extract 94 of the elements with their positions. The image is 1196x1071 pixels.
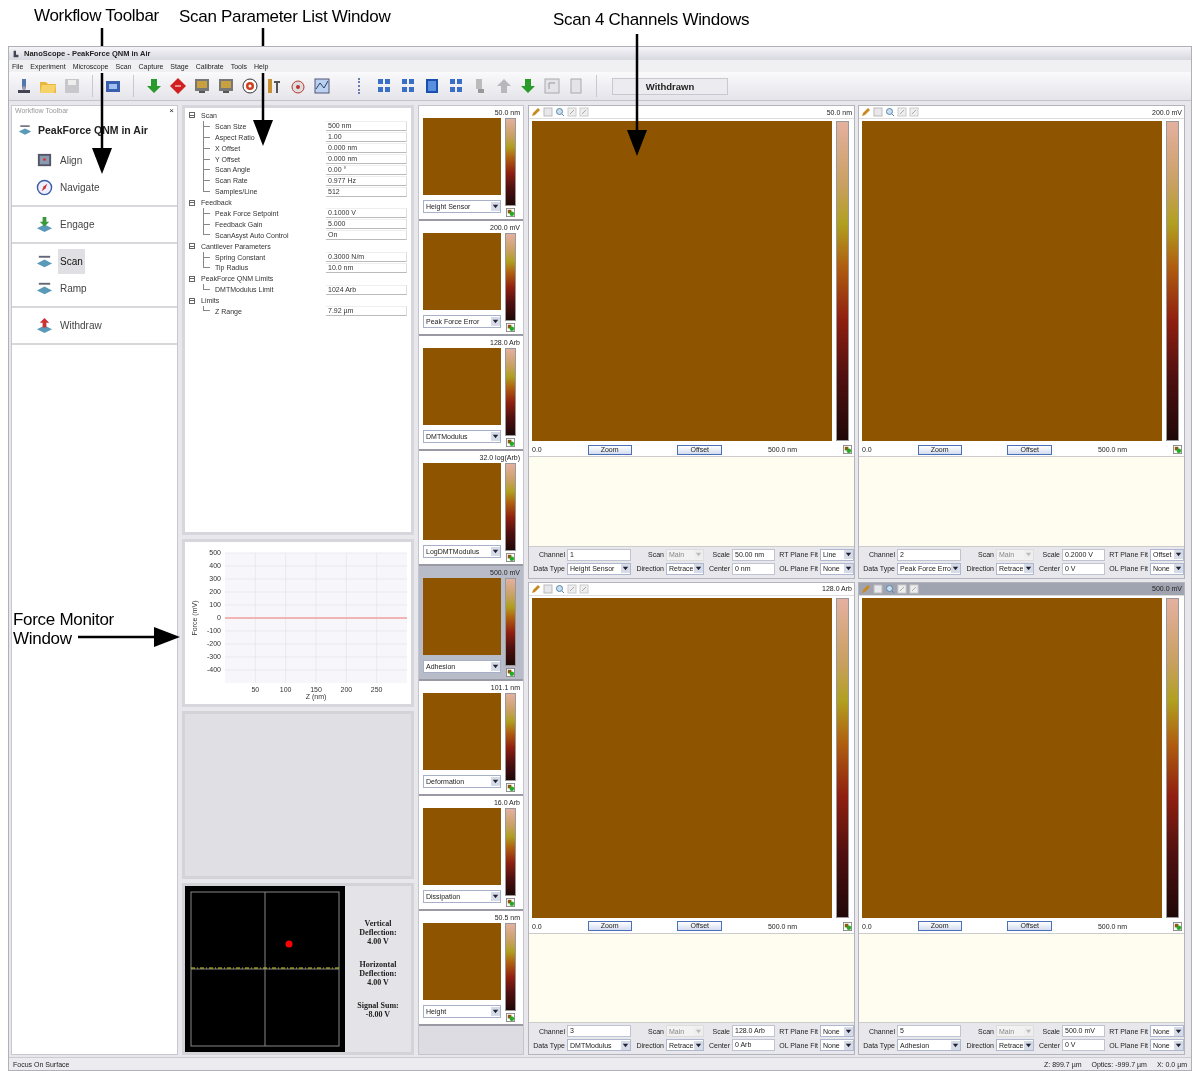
- caret-icon: [844, 564, 853, 573]
- caret-icon: [1174, 1040, 1183, 1050]
- toolbar-button[interactable]: [239, 75, 261, 97]
- grid-icon: [399, 77, 417, 95]
- workflow-step[interactable]: Align: [58, 148, 85, 173]
- caret-icon: [621, 564, 630, 573]
- caret-icon: [1174, 564, 1183, 573]
- caret-icon: [491, 1007, 500, 1016]
- graph-icon: [313, 77, 331, 95]
- app-icon: [12, 49, 20, 58]
- annotation-label: Scan Parameter List Window: [179, 7, 391, 27]
- caret-icon: [1174, 550, 1183, 559]
- palette-icon[interactable]: [1173, 445, 1182, 454]
- gauge-icon: [265, 77, 283, 95]
- workflow-step[interactable]: Ramp: [58, 276, 89, 301]
- annotation-label: Scan 4 Channels Windows: [553, 10, 750, 30]
- workflow-step[interactable]: Engage: [58, 212, 97, 237]
- compass-icon: [36, 179, 53, 196]
- caret-icon: [694, 550, 703, 559]
- caret-icon: [694, 564, 703, 573]
- palette-icon[interactable]: [505, 898, 515, 907]
- monitor-icon: [217, 77, 235, 95]
- pencil-icon[interactable]: [861, 107, 871, 117]
- caret-icon: [844, 1026, 853, 1036]
- palette-icon[interactable]: [505, 438, 515, 447]
- collapse-icon[interactable]: [189, 243, 195, 250]
- caret-icon: [491, 547, 500, 556]
- palette-icon[interactable]: [505, 668, 515, 677]
- stage-icon: [36, 253, 53, 270]
- deflection-value: 4.00 V: [367, 937, 389, 946]
- caret-icon: [491, 777, 500, 786]
- caret-icon: [844, 1040, 853, 1050]
- magnifier-icon[interactable]: [555, 107, 565, 117]
- palette-icon[interactable]: [505, 553, 515, 562]
- down-arrow-icon: [519, 77, 537, 95]
- magnifier-icon[interactable]: [885, 107, 895, 117]
- deflection-value: 4.00 V: [367, 978, 389, 987]
- target-icon: [241, 77, 259, 95]
- status-field: Withdrawn: [612, 77, 728, 95]
- down-arrow-icon: [145, 77, 163, 95]
- workflow-step[interactable]: Navigate: [58, 175, 102, 200]
- collapse-icon[interactable]: [189, 112, 195, 119]
- collapse-icon[interactable]: [189, 275, 195, 282]
- workflow-step[interactable]: Scan: [58, 249, 85, 274]
- monitor-icon: [193, 77, 211, 95]
- rotate-icon: [543, 77, 561, 95]
- palette-icon[interactable]: [505, 1013, 515, 1022]
- annotation-label: Force Monitor Window: [13, 611, 115, 649]
- screen-icon: [36, 152, 53, 169]
- stage-icon: [16, 123, 34, 137]
- caret-icon: [951, 564, 960, 573]
- up-arrow-icon: [495, 77, 513, 95]
- page-icon: [567, 77, 585, 95]
- palette-icon[interactable]: [505, 783, 515, 792]
- caret-icon: [1024, 1040, 1033, 1050]
- stage-icon: [36, 280, 53, 297]
- caret-icon: [491, 317, 500, 326]
- magnifier-icon[interactable]: [885, 583, 895, 594]
- panel-icon: [423, 77, 441, 95]
- stage-arrow-icon: [36, 317, 53, 334]
- caret-icon: [491, 662, 500, 671]
- caret-icon: [844, 550, 853, 559]
- palette-icon[interactable]: [505, 323, 515, 332]
- collapse-icon[interactable]: [189, 297, 195, 304]
- caret-icon: [491, 892, 500, 901]
- palette-icon[interactable]: [843, 445, 852, 454]
- workflow-step[interactable]: Withdraw: [58, 313, 104, 338]
- caret-icon: [951, 1040, 960, 1050]
- palette-icon[interactable]: [505, 208, 515, 217]
- diamond-icon: [169, 77, 187, 95]
- deflection-value: -8.00 V: [365, 1010, 391, 1019]
- pencil-icon[interactable]: [531, 107, 541, 117]
- grid-icon: [447, 77, 465, 95]
- caret-icon: [694, 1040, 703, 1050]
- caret-icon: [621, 1040, 630, 1050]
- close-button[interactable]: ×: [169, 107, 174, 114]
- collapse-icon[interactable]: [189, 199, 195, 206]
- deflection-label: Vertical Deflection:: [358, 919, 398, 937]
- magnifier-icon[interactable]: [555, 583, 565, 594]
- caret-icon: [491, 432, 500, 441]
- deflection-label: Horizontal Deflection:: [358, 960, 398, 978]
- grid-icon: [375, 77, 393, 95]
- microscope-icon: [15, 77, 33, 95]
- annotation-label: Workflow Toolbar: [34, 6, 159, 26]
- caret-icon: [1024, 564, 1033, 573]
- pencil-icon[interactable]: [531, 583, 541, 594]
- palette-icon[interactable]: [843, 921, 852, 931]
- deflection-label: Signal Sum:: [357, 1001, 399, 1010]
- wheel-icon: [289, 77, 307, 95]
- stage-arrow-icon: [36, 216, 53, 233]
- palette-icon[interactable]: [1173, 921, 1182, 931]
- caret-icon: [491, 202, 500, 211]
- caret-icon: [1024, 550, 1033, 559]
- caret-icon: [1174, 1026, 1183, 1036]
